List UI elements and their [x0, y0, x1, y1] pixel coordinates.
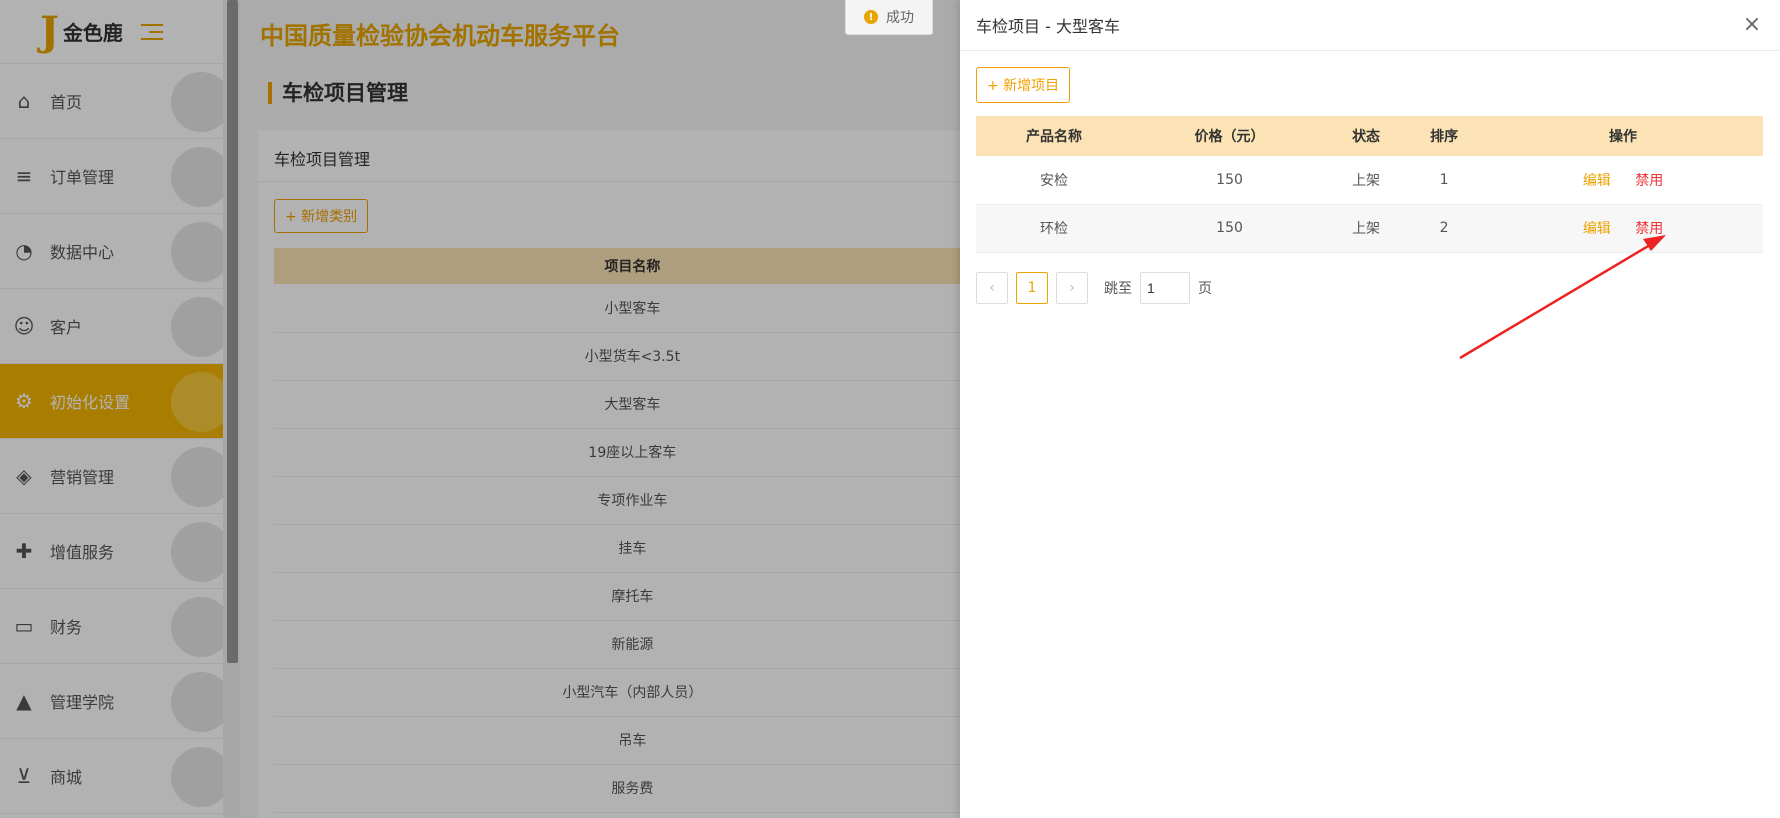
cell-status: 上架	[1327, 156, 1406, 205]
cell-product-name: 安检	[976, 156, 1133, 205]
table-row: 环检 150 上架 2 编辑 禁用	[976, 204, 1763, 253]
disable-link[interactable]: 禁用	[1635, 218, 1663, 238]
disable-link[interactable]: 禁用	[1635, 170, 1663, 190]
info-icon: !	[864, 10, 878, 24]
table-row: 安检 150 上架 1 编辑 禁用	[976, 156, 1763, 205]
cell-actions: 编辑 禁用	[1483, 156, 1763, 205]
toast-text: 成功	[886, 10, 914, 26]
column-header-price: 价格（元）	[1132, 116, 1328, 156]
success-toast: ! 成功	[845, 0, 933, 35]
cell-price: 150	[1132, 156, 1328, 205]
prev-page-button[interactable]: ‹	[976, 272, 1008, 304]
add-item-button[interactable]: + 新增项目	[976, 67, 1071, 103]
close-icon[interactable]: ×	[1740, 14, 1764, 36]
cell-product-name: 环检	[976, 204, 1133, 253]
cell-price: 150	[1132, 204, 1328, 253]
cell-order: 2	[1405, 204, 1484, 253]
next-page-button[interactable]: ›	[1056, 272, 1088, 304]
edit-link[interactable]: 编辑	[1583, 218, 1611, 238]
item-drawer: 车检项目 - 大型客车 × + 新增项目 产品名称 价格（元） 状态 排序 操作…	[960, 0, 1780, 818]
drawer-header: 车检项目 - 大型客车 ×	[960, 0, 1780, 51]
jump-label: 跳至	[1104, 281, 1132, 297]
drawer-mask[interactable]	[0, 0, 960, 818]
column-header-product-name: 产品名称	[976, 116, 1133, 156]
column-header-status: 状态	[1327, 116, 1406, 156]
page-number-button[interactable]: 1	[1016, 272, 1048, 304]
cell-order: 1	[1405, 156, 1484, 205]
page-suffix-label: 页	[1198, 281, 1212, 297]
column-header-order: 排序	[1405, 116, 1484, 156]
column-header-actions: 操作	[1483, 116, 1763, 156]
cell-status: 上架	[1327, 204, 1406, 253]
jump-page-input[interactable]	[1140, 272, 1190, 304]
pagination: ‹ 1 › 跳至 页	[976, 272, 1220, 304]
cell-actions: 编辑 禁用	[1483, 204, 1763, 253]
drawer-title: 车检项目 - 大型客车	[976, 17, 1120, 36]
item-table: 产品名称 价格（元） 状态 排序 操作 安检 150 上架 1 编辑 禁用 环检…	[976, 116, 1763, 253]
edit-link[interactable]: 编辑	[1583, 170, 1611, 190]
